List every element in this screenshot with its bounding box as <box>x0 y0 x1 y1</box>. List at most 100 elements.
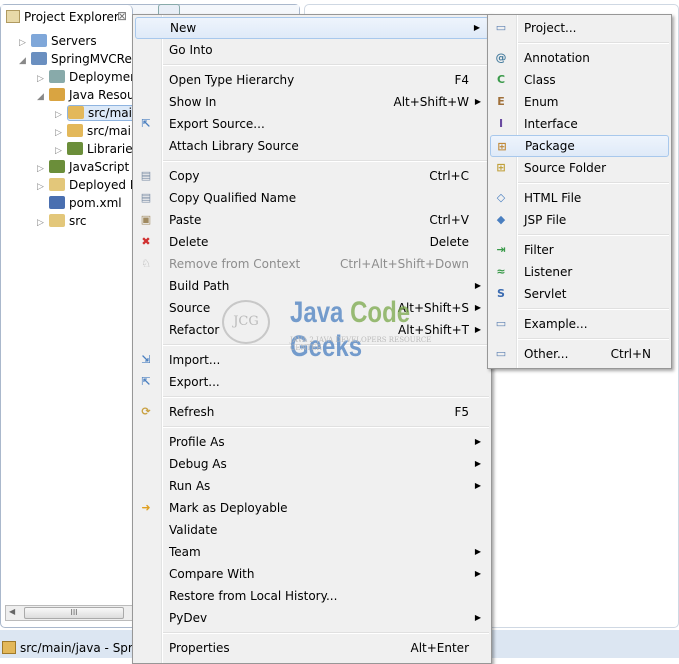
menu-item-restore-from-local-history[interactable]: Restore from Local History... <box>135 585 489 607</box>
menu-item-source[interactable]: Source Alt+Shift+S ▶ <box>135 297 489 319</box>
menu-item-export-source[interactable]: ⇱ Export Source... <box>135 113 489 135</box>
menu-separator <box>133 341 491 349</box>
menu-item-team[interactable]: Team ▶ <box>135 541 489 563</box>
delete-icon: ✖ <box>141 235 151 248</box>
menu-item-shortcut: Ctrl+Alt+Shift+Down <box>339 257 469 271</box>
menu-item-attach-library-source[interactable]: Attach Library Source <box>135 135 489 157</box>
menu-item-open-type-hierarchy[interactable]: Open Type Hierarchy F4 <box>135 69 489 91</box>
menu-item-pydev[interactable]: PyDev ▶ <box>135 607 489 629</box>
menu-item-label: Import... <box>169 353 221 367</box>
menu-item-go-into[interactable]: Go Into <box>135 39 489 61</box>
tree-item-springmvcred[interactable]: ◢ SpringMVCRed <box>19 50 139 68</box>
tree-item-src[interactable]: ▷ src <box>37 212 87 230</box>
menu-item-interface[interactable]: I Interface <box>490 113 669 135</box>
tree-item-pom-xml[interactable]: pom.xml <box>37 194 122 212</box>
expand-toggle-icon[interactable]: ◢ <box>19 52 31 70</box>
scrollbar-thumb[interactable]: III <box>24 607 124 619</box>
menu-item-label: Package <box>525 139 575 153</box>
menu-item-label: Build Path <box>169 279 230 293</box>
menu-item-label: Copy <box>169 169 200 183</box>
libraries-icon <box>49 160 65 173</box>
menu-item-label: Export... <box>169 375 220 389</box>
menu-item-label: New <box>170 21 197 35</box>
menu-item-package[interactable]: ⊞ Package <box>490 135 669 157</box>
menu-item-validate[interactable]: Validate <box>135 519 489 541</box>
menu-item-label: Profile As <box>169 435 225 449</box>
menu-item-build-path[interactable]: Build Path ▶ <box>135 275 489 297</box>
maven-file-icon <box>49 196 65 209</box>
menu-item-html-file[interactable]: ◇ HTML File <box>490 187 669 209</box>
source-folder-icon <box>68 106 84 119</box>
folder-icon <box>31 34 47 47</box>
menu-item-label: JSP File <box>524 213 567 227</box>
menu-item-import[interactable]: ⇲ Import... <box>135 349 489 371</box>
menu-item-refactor[interactable]: Refactor Alt+Shift+T ▶ <box>135 319 489 341</box>
menu-item-listener[interactable]: ≈ Listener <box>490 261 669 283</box>
menu-item-label: Class <box>524 73 556 87</box>
menu-item-paste[interactable]: ▣ Paste Ctrl+V <box>135 209 489 231</box>
menu-item-label: Compare With <box>169 567 255 581</box>
menu-item-project[interactable]: ▭ Project... <box>490 17 669 39</box>
menu-item-new[interactable]: New ▶ <box>135 17 489 39</box>
tree-item-src-main[interactable]: ▷ src/main <box>55 122 139 140</box>
menu-item-class[interactable]: C Class <box>490 69 669 91</box>
scroll-left-icon[interactable]: ◀ <box>9 607 15 616</box>
menu-item-profile-as[interactable]: Profile As ▶ <box>135 431 489 453</box>
tree-item-label: pom.xml <box>69 196 122 210</box>
submenu-arrow-icon: ▶ <box>474 97 481 106</box>
menu-item-other[interactable]: ▭ Other... Ctrl+N <box>490 343 669 365</box>
paste-icon: ▣ <box>140 213 152 226</box>
menu-item-show-in[interactable]: Show In Alt+Shift+W ▶ <box>135 91 489 113</box>
tree-item-libraries[interactable]: ▷ Libraries <box>55 140 139 158</box>
menu-item-label: Refactor <box>169 323 220 337</box>
menu-item-copy[interactable]: ▤ Copy Ctrl+C <box>135 165 489 187</box>
menu-item-copy-qualified-name[interactable]: ▤ Copy Qualified Name <box>135 187 489 209</box>
class-icon: C <box>496 73 506 86</box>
menu-item-label: Listener <box>524 265 573 279</box>
menu-item-label: Mark as Deployable <box>169 501 288 515</box>
tree-item-label: Servers <box>51 34 97 48</box>
menu-separator <box>488 179 671 187</box>
source-folder-icon <box>67 124 83 137</box>
tree-item-java-resour[interactable]: ◢ Java Resour <box>37 86 139 104</box>
menu-item-servlet[interactable]: S Servlet <box>490 283 669 305</box>
tree-item-deploymen[interactable]: ▷ Deploymen <box>37 68 138 86</box>
copy-icon: ▤ <box>140 169 152 182</box>
menu-item-filter[interactable]: ⇥ Filter <box>490 239 669 261</box>
menu-item-annotation[interactable]: @ Annotation <box>490 47 669 69</box>
libraries-icon <box>67 142 83 155</box>
menu-item-properties[interactable]: Properties Alt+Enter <box>135 637 489 659</box>
tree-item-deployed-r[interactable]: ▷ Deployed R <box>37 176 138 194</box>
submenu-arrow-icon: ▶ <box>474 303 481 312</box>
menu-item-example[interactable]: ▭ Example... <box>490 313 669 335</box>
menu-item-debug-as[interactable]: Debug As ▶ <box>135 453 489 475</box>
menu-item-refresh[interactable]: ⟳ Refresh F5 <box>135 401 489 423</box>
html-file-icon: ◇ <box>496 191 506 204</box>
import-icon: ⇲ <box>141 353 151 366</box>
menu-item-compare-with[interactable]: Compare With ▶ <box>135 563 489 585</box>
menu-item-label: Annotation <box>524 51 590 65</box>
menu-item-run-as[interactable]: Run As ▶ <box>135 475 489 497</box>
jsp-file-icon: ◆ <box>496 213 506 226</box>
menu-item-enum[interactable]: E Enum <box>490 91 669 113</box>
horizontal-scrollbar[interactable]: ◀ III <box>5 605 135 621</box>
menu-item-label: Enum <box>524 95 559 109</box>
submenu-arrow-icon: ▶ <box>473 23 480 32</box>
project-icon <box>31 52 47 65</box>
expand-toggle-icon[interactable]: ◢ <box>37 88 49 106</box>
menu-item-export[interactable]: ⇱ Export... <box>135 371 489 393</box>
menu-item-source-folder[interactable]: ⊞ Source Folder <box>490 157 669 179</box>
copy-qualified-name-icon: ▤ <box>140 191 152 204</box>
close-icon[interactable]: ⊠ <box>117 9 127 23</box>
submenu-arrow-icon: ▶ <box>474 569 481 578</box>
tree-item-javascript-r[interactable]: ▷ JavaScript R <box>37 158 141 176</box>
tab-project-explorer[interactable]: Project Explorer ⊠ <box>1 5 133 30</box>
remove-context-icon: ♘ <box>141 257 151 270</box>
expand-toggle-icon[interactable]: ▷ <box>37 214 49 232</box>
menu-item-jsp-file[interactable]: ◆ JSP File <box>490 209 669 231</box>
enum-icon: E <box>497 95 505 108</box>
menu-item-delete[interactable]: ✖ Delete Delete <box>135 231 489 253</box>
menu-item-mark-as-deployable[interactable]: ➜ Mark as Deployable <box>135 497 489 519</box>
menu-item-label: Go Into <box>169 43 213 57</box>
tree-item-servers[interactable]: ▷ Servers <box>19 32 97 50</box>
